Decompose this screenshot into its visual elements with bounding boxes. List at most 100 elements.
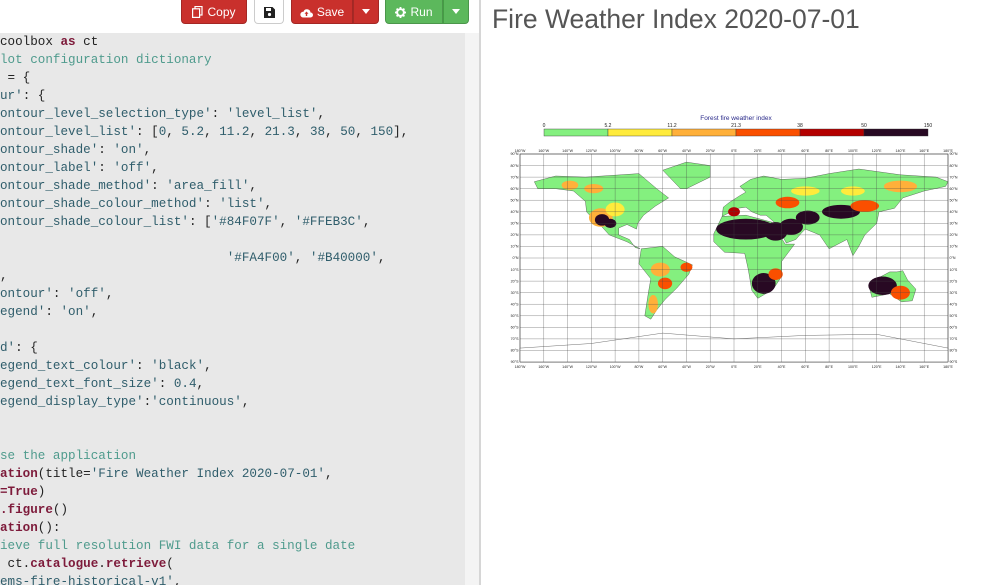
code-line[interactable]: .figure() [0, 501, 68, 519]
code-token: 'Fire Weather Index 2020-07-01' [90, 467, 325, 481]
code-line[interactable]: d': { [0, 339, 38, 357]
hotspot-red [768, 268, 783, 280]
code-line[interactable]: ontour_label': 'off', [0, 159, 159, 177]
lon-label-top: 20°W [706, 149, 715, 153]
code-line[interactable]: ieve full resolution FWI data for a sing… [0, 537, 355, 555]
lon-label-top: 60°W [658, 149, 667, 153]
code-line[interactable]: ct.catalogue.retrieve( [0, 555, 174, 573]
code-token: , [317, 107, 326, 121]
lat-label-right: 80°S [950, 349, 958, 353]
hotspot-red [657, 277, 673, 290]
lon-label-bottom: 160°E [919, 365, 929, 369]
lon-label-top: 160°E [919, 149, 929, 153]
legend-level-label: 38 [797, 123, 803, 129]
code-line[interactable]: , [0, 267, 8, 285]
lat-label-right: 40°N [950, 210, 958, 214]
code-token: : [211, 107, 227, 121]
save-button[interactable]: Save [291, 0, 353, 24]
code-line[interactable]: coolbox as ct [0, 33, 98, 51]
hotspot-red [850, 200, 880, 212]
lon-label-top: 120°W [586, 149, 597, 153]
code-token: ( [166, 557, 174, 571]
lat-label-right: 20°N [950, 233, 958, 237]
code-token: '#84F07F' [211, 215, 280, 229]
legend-level-label: 5.2 [605, 123, 612, 129]
run-button[interactable]: Run [385, 0, 443, 24]
lon-label-bottom: 120°W [586, 365, 597, 369]
lon-label-top: 40°W [682, 149, 691, 153]
code-token: ontour_label' [0, 161, 99, 175]
run-options-dropdown[interactable] [443, 0, 469, 24]
editor-scrollbar[interactable] [465, 33, 479, 585]
code-line[interactable]: '#FA4F00', '#B40000', [0, 249, 386, 267]
code-line[interactable]: ontour_shade': 'on', [0, 141, 151, 159]
legend-level-label: 0 [543, 123, 546, 129]
code-token: egend_text_font_size' [0, 377, 159, 391]
save-options-dropdown[interactable] [353, 0, 379, 24]
code-line[interactable]: ontour_level_list': [0, 5.2, 11.2, 21.3,… [0, 123, 408, 141]
code-token: : [52, 287, 69, 301]
code-token: =True [0, 485, 38, 499]
run-label: Run [410, 5, 433, 19]
code-line[interactable]: = { [0, 69, 31, 87]
copy-label: Copy [207, 5, 236, 19]
code-editor[interactable]: coolbox as ct lot configuration dictionar… [0, 33, 465, 585]
copy-button[interactable]: Copy [181, 0, 247, 24]
caret-down-icon [362, 9, 370, 14]
code-line[interactable]: ation(title='Fire Weather Index 2020-07-… [0, 465, 333, 483]
code-line[interactable]: ur': { [0, 87, 45, 105]
code-token: , [143, 143, 152, 157]
code-token: egend' [0, 305, 46, 319]
code-line[interactable]: ation(): [0, 519, 60, 537]
code-token: , [362, 215, 371, 229]
code-line[interactable]: egend_display_type':'continuous', [0, 393, 249, 411]
lon-label-top: 80°W [634, 149, 643, 153]
gear-icon [395, 7, 407, 18]
lon-label-top: 0°E [731, 149, 737, 153]
lon-label-bottom: 140°E [896, 365, 906, 369]
hotspot-extreme [795, 210, 820, 225]
code-token: egend_text_colour' [0, 359, 137, 373]
legend-title: Forest fire weather index [700, 115, 772, 122]
code-token: 5.2 [181, 125, 205, 139]
code-token: ation [0, 521, 38, 535]
lat-label-right: 50°N [950, 198, 958, 202]
legend-swatch [671, 128, 737, 137]
save-file-button[interactable] [254, 0, 284, 24]
code-line[interactable]: se the application [0, 447, 136, 465]
copy-icon [192, 5, 204, 19]
code-line[interactable]: ontour_shade_colour_method': 'list', [0, 195, 272, 213]
lat-label-left: 30°N [510, 222, 518, 226]
lat-label-right: 10°N [950, 245, 958, 249]
code-token: 'off' [68, 287, 106, 301]
code-line[interactable]: ontour_shade_colour_list': ['#84F07F', '… [0, 213, 370, 231]
code-token: , [204, 359, 212, 373]
output-title: Fire Weather Index 2020-07-01 [492, 4, 860, 34]
code-token: coolbox [0, 35, 61, 49]
code-token: , [355, 125, 371, 139]
code-token: : [45, 305, 61, 319]
code-token: egend_display_type' [0, 395, 144, 409]
code-token: : [ [188, 215, 212, 229]
lon-label-bottom: 100°E [848, 365, 858, 369]
code-line[interactable]: ontour': 'off', [0, 285, 113, 303]
code-token: 21.3 [264, 125, 295, 139]
code-line[interactable]: ontour_level_selection_type': 'level_lis… [0, 105, 325, 123]
lat-label-left: 20°N [510, 233, 518, 237]
code-token: '#B40000' [309, 251, 378, 265]
code-line[interactable]: ems-fire-historical-v1', [0, 573, 181, 585]
code-token: 38 [309, 125, 326, 139]
code-token: , [325, 125, 341, 139]
code-line[interactable]: lot configuration dictionary [0, 51, 212, 69]
code-line[interactable]: =True) [0, 483, 45, 501]
code-line[interactable]: egend_text_font_size': 0.4, [0, 375, 204, 393]
code-line[interactable]: ontour_shade_method': 'area_fill', [0, 177, 257, 195]
legend-level-label: 50 [861, 123, 867, 129]
lat-label-left: 70°N [510, 175, 518, 179]
lon-label-top: 100°W [610, 149, 621, 153]
code-line[interactable]: egend_text_colour': 'black', [0, 357, 212, 375]
lat-label-left: 60°S [511, 326, 519, 330]
code-line[interactable]: egend': 'on', [0, 303, 98, 321]
lon-label-bottom: 40°W [682, 365, 691, 369]
code-token: , [151, 161, 159, 175]
